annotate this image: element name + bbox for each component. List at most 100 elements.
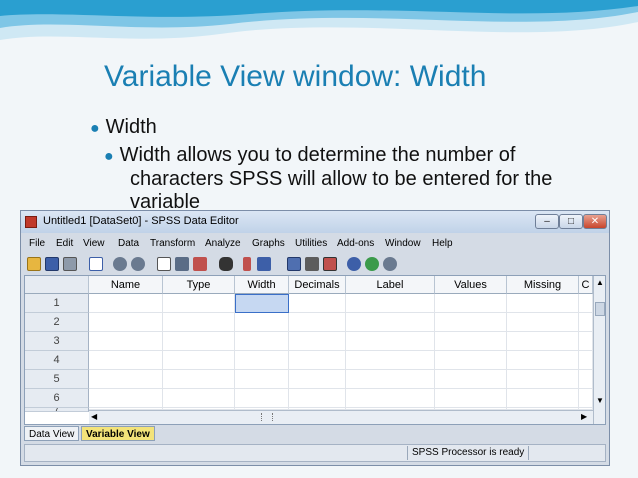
column-header-decimals[interactable]: Decimals [289, 276, 346, 294]
grid-cell[interactable] [435, 313, 507, 332]
scroll-left-icon[interactable]: ◀ [91, 412, 97, 421]
menu-window[interactable]: Window [385, 238, 421, 249]
grid-cell[interactable] [235, 332, 289, 351]
column-header-width[interactable]: Width [235, 276, 289, 294]
grid-cell[interactable] [579, 332, 593, 351]
vertical-scrollbar[interactable]: ▲ ▼ [593, 276, 605, 424]
insert-variable-icon[interactable] [257, 257, 271, 271]
column-header-columns[interactable]: C [579, 276, 593, 294]
grid-cell[interactable] [89, 332, 163, 351]
grid-cell[interactable] [89, 389, 163, 408]
column-header-label[interactable]: Label [346, 276, 435, 294]
row-header-2[interactable]: 2 [25, 313, 89, 332]
vertical-scroll-thumb[interactable] [595, 302, 605, 316]
grid-cell[interactable] [346, 313, 435, 332]
column-header-missing[interactable]: Missing [507, 276, 579, 294]
insert-cases-icon[interactable] [243, 257, 251, 271]
grid-cell[interactable] [163, 389, 235, 408]
tab-variable-view[interactable]: Variable View [81, 426, 155, 441]
grid-cell[interactable] [507, 389, 579, 408]
grid-cell[interactable] [235, 389, 289, 408]
use-sets-icon[interactable] [365, 257, 379, 271]
value-labels-icon[interactable] [347, 257, 361, 271]
tab-data-view[interactable]: Data View [24, 426, 80, 441]
grid-cell[interactable] [507, 351, 579, 370]
grid-cell[interactable] [289, 332, 346, 351]
row-header-5[interactable]: 5 [25, 370, 89, 389]
grid-cell[interactable] [163, 351, 235, 370]
menu-graphs[interactable]: Graphs [252, 238, 285, 249]
column-header-values[interactable]: Values [435, 276, 507, 294]
menu-view[interactable]: View [83, 238, 105, 249]
grid-cell[interactable] [163, 294, 235, 313]
grid-cell[interactable] [346, 351, 435, 370]
goto-variable-icon[interactable] [175, 257, 189, 271]
grid-cell[interactable] [579, 313, 593, 332]
grid-cell[interactable] [163, 313, 235, 332]
grid-cell[interactable] [579, 370, 593, 389]
grid-cell[interactable] [435, 389, 507, 408]
grid-cell[interactable] [435, 351, 507, 370]
column-header-name[interactable]: Name [89, 276, 163, 294]
grid-cell[interactable] [289, 294, 346, 313]
grid-cell[interactable] [579, 351, 593, 370]
grid-cell[interactable] [435, 370, 507, 389]
grid-cell[interactable] [89, 294, 163, 313]
grid-cell[interactable] [346, 332, 435, 351]
window-titlebar[interactable]: Untitled1 [DataSet0] - SPSS Data Editor … [21, 211, 609, 233]
grid-cell[interactable] [89, 351, 163, 370]
grid-cell[interactable] [346, 370, 435, 389]
row-header-4[interactable]: 4 [25, 351, 89, 370]
row-header-6[interactable]: 6 [25, 389, 89, 408]
menu-edit[interactable]: Edit [56, 238, 73, 249]
grid-cell[interactable] [235, 294, 289, 313]
save-icon[interactable] [45, 257, 59, 271]
column-header-type[interactable]: Type [163, 276, 235, 294]
scroll-right-icon[interactable]: ▶ [581, 412, 587, 421]
grid-cell[interactable] [89, 313, 163, 332]
select-cases-icon[interactable] [323, 257, 337, 271]
grid-cell[interactable] [507, 294, 579, 313]
close-button[interactable]: ✕ [583, 214, 607, 229]
open-icon[interactable] [27, 257, 41, 271]
menu-transform[interactable]: Transform [150, 238, 195, 249]
grid-cell[interactable] [235, 370, 289, 389]
print-icon[interactable] [63, 257, 77, 271]
row-header-1[interactable]: 1 [25, 294, 89, 313]
variables-icon[interactable] [193, 257, 207, 271]
redo-icon[interactable] [131, 257, 145, 271]
grid-cell[interactable] [235, 351, 289, 370]
grid-cell[interactable] [346, 294, 435, 313]
grid-cell[interactable] [507, 313, 579, 332]
scroll-up-icon[interactable]: ▲ [596, 278, 604, 287]
scroll-down-icon[interactable]: ▼ [596, 396, 604, 405]
dialog-recall-icon[interactable] [89, 257, 103, 271]
maximize-button[interactable]: □ [559, 214, 583, 229]
minimize-button[interactable]: – [535, 214, 559, 229]
grid-cell[interactable] [507, 332, 579, 351]
undo-icon[interactable] [113, 257, 127, 271]
grid-cell[interactable] [579, 294, 593, 313]
grid-cell[interactable] [289, 370, 346, 389]
row-header-7[interactable]: 7 [25, 408, 89, 412]
find-icon[interactable] [219, 257, 233, 271]
grid-cell[interactable] [435, 332, 507, 351]
menu-help[interactable]: Help [432, 238, 453, 249]
grid-cell[interactable] [163, 332, 235, 351]
grid-cell[interactable] [289, 313, 346, 332]
horizontal-scrollbar[interactable]: ◀ ▶ [89, 410, 593, 424]
grid-cell[interactable] [289, 389, 346, 408]
grid-cell[interactable] [163, 370, 235, 389]
grid-cell[interactable] [579, 389, 593, 408]
menu-file[interactable]: File [29, 238, 45, 249]
grid-cell[interactable] [289, 351, 346, 370]
goto-case-icon[interactable] [157, 257, 171, 271]
grid-cell[interactable] [507, 370, 579, 389]
row-header-3[interactable]: 3 [25, 332, 89, 351]
grid-cell[interactable] [89, 370, 163, 389]
grid-cell[interactable] [235, 313, 289, 332]
grid-cell[interactable] [435, 294, 507, 313]
menu-add-ons[interactable]: Add-ons [337, 238, 374, 249]
menu-utilities[interactable]: Utilities [295, 238, 327, 249]
show-all-icon[interactable] [383, 257, 397, 271]
